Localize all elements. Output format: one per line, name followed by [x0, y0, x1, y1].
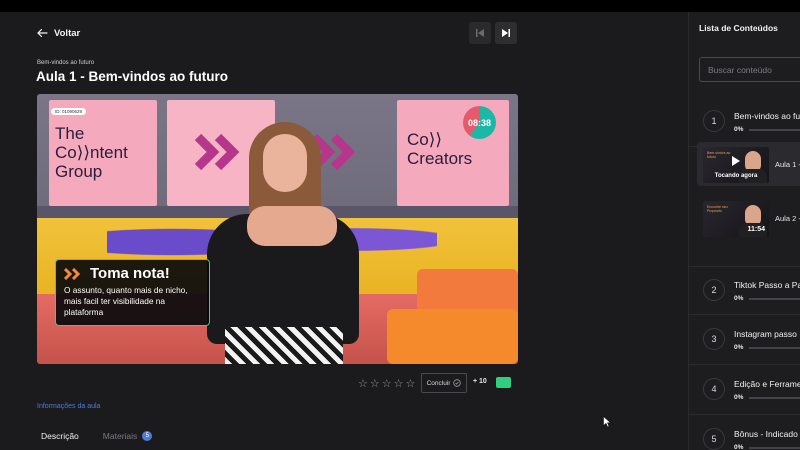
content-group-logo: The Co⟩⟩ntent Group [55, 124, 128, 181]
module-item[interactable]: 1 Bem-vindos ao fu 0% [689, 98, 800, 147]
lesson-tabs: Descrição Materiais 5 [41, 431, 153, 441]
lesson-info-link[interactable]: Informações da aula [37, 403, 100, 410]
tip-overlay: Toma nota! O assunto, quanto mais de nic… [55, 259, 210, 326]
module-progress-text: 0% [734, 344, 744, 351]
lesson-thumbnail: Bem-vindos ao futuro Tocando agora [703, 147, 769, 183]
module-progress-text: 0% [734, 295, 744, 302]
logo-line: Co⟩⟩ [407, 130, 442, 149]
materials-count-badge: 5 [142, 431, 153, 441]
module-name: Bem-vindos ao fu [734, 111, 800, 121]
star-icon[interactable]: ☆ [394, 377, 404, 390]
lesson-thumbnail: Encontre seu Propósito 11:54 [703, 201, 769, 237]
module-name: Tiktok Passo a Pa [734, 280, 800, 290]
coin-icon [496, 377, 511, 388]
module-progress-text: 0% [734, 126, 744, 133]
co-creators-logo: Co⟩⟩ Creators [407, 130, 472, 168]
check-circle-icon [453, 379, 462, 387]
timer-badge: 08:38 [463, 106, 496, 139]
tab-materials-label: Materiais [102, 431, 138, 441]
star-icon[interactable]: ☆ [358, 377, 368, 390]
presenter-skirt [225, 327, 343, 364]
tip-title: Toma nota! [90, 265, 170, 282]
lesson-item[interactable]: Encontre seu Propósito 11:54 Aula 2 - [697, 196, 800, 240]
main-content: Voltar Bem-vindos ao futuro Aula 1 - Bem… [0, 12, 688, 450]
module-item[interactable]: 2 Tiktok Passo a Pa 0% [689, 266, 800, 315]
module-item[interactable]: 5 Bônus - Indicado 0% [689, 416, 800, 450]
logo-line: Creators [407, 149, 473, 168]
content-sidebar: Lista de Conteúdos 1 Bem-vindos ao fu 0%… [688, 12, 800, 450]
logo-line: Co⟩⟩ntent [55, 143, 128, 162]
module-progress-text: 0% [734, 444, 744, 450]
module-number: 4 [703, 378, 725, 400]
page-title: Aula 1 - Bem-vindos ao futuro [36, 69, 229, 84]
lesson-item-current[interactable]: Bem-vindos ao futuro Tocando agora Aula … [697, 142, 800, 186]
double-chevron-icon [64, 267, 81, 280]
star-rating[interactable]: ☆ ☆ ☆ ☆ ☆ [358, 377, 415, 390]
module-progress-bar [749, 397, 800, 399]
logo-line: Group [55, 162, 103, 181]
presenter-face [263, 134, 307, 192]
browser-top-bar [0, 0, 800, 12]
skip-next-icon [502, 29, 510, 37]
pillow [387, 309, 518, 364]
points-label: + 10 [473, 378, 487, 385]
module-name: Bônus - Indicado [734, 429, 798, 439]
play-icon [732, 156, 740, 166]
module-progress-bar [749, 298, 800, 300]
search-input[interactable] [699, 57, 800, 82]
module-item[interactable]: 4 Edição e Ferrame 0% [689, 366, 800, 415]
module-progress-text: 0% [734, 394, 744, 401]
next-lesson-button[interactable] [495, 22, 517, 44]
conclude-label: Concluir [426, 379, 451, 387]
thumbnail-caption: Encontre seu Propósito [707, 205, 728, 213]
lesson-name: Aula 1 - [775, 160, 800, 169]
module-progress-bar [749, 347, 800, 349]
conclude-button[interactable]: Concluir [421, 373, 467, 393]
module-number: 2 [703, 279, 725, 301]
star-icon[interactable]: ☆ [406, 377, 416, 390]
back-button[interactable]: Voltar [36, 27, 80, 39]
logo-line: The [55, 124, 85, 143]
module-progress-bar [749, 129, 800, 131]
tab-materials[interactable]: Materiais 5 [102, 431, 153, 441]
presenter-hands [247, 206, 337, 246]
breadcrumb: Bem-vindos ao futuro [37, 60, 95, 66]
lesson-name: Aula 2 - [775, 214, 800, 223]
star-icon[interactable]: ☆ [382, 377, 392, 390]
sidebar-title: Lista de Conteúdos [699, 23, 778, 33]
id-badge: ID: 01090629 [51, 108, 87, 115]
tip-header: Toma nota! [64, 265, 201, 282]
skip-previous-icon [476, 29, 484, 37]
previous-lesson-button[interactable] [469, 22, 491, 44]
module-number: 1 [703, 110, 725, 132]
module-name: Instagram passo [734, 329, 797, 339]
lesson-navigation [469, 22, 517, 44]
star-icon[interactable]: ☆ [370, 377, 380, 390]
module-number: 3 [703, 328, 725, 350]
module-name: Edição e Ferrame [734, 379, 800, 389]
tip-body: O assunto, quanto mais de nicho, mais fa… [64, 285, 188, 317]
tab-description[interactable]: Descrição [41, 431, 79, 441]
arrow-left-icon [37, 28, 48, 38]
lesson-duration: 11:54 [747, 226, 765, 233]
back-label: Voltar [54, 27, 81, 39]
now-playing-label: Tocando agora [714, 173, 758, 179]
presenter [197, 122, 367, 364]
module-number: 5 [703, 428, 725, 450]
module-progress-bar [749, 447, 800, 449]
module-item[interactable]: 3 Instagram passo 0% [689, 316, 800, 365]
video-player[interactable]: ID: 01090629 The Co⟩⟩ntent Group Co⟩⟩ Cr… [37, 94, 518, 364]
mouse-cursor-icon [603, 416, 611, 428]
